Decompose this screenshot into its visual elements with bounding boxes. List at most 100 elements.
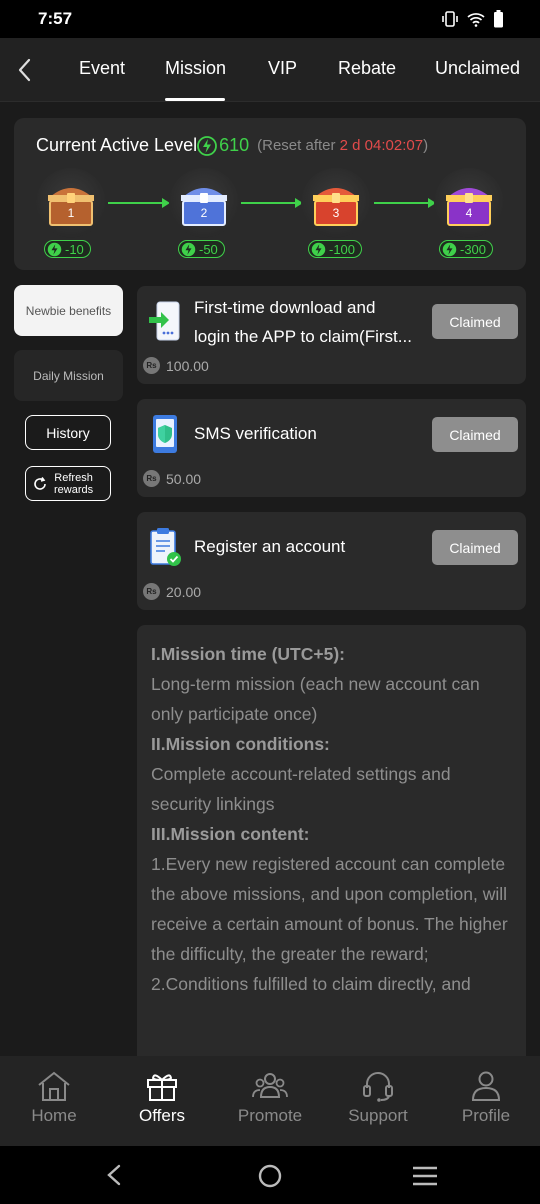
system-back-icon[interactable] (104, 1163, 124, 1187)
top-tab-bar: Event Mission VIP Rebate Unclaimed (0, 38, 540, 102)
level-header: Current Active Level 610 (Reset after 2 … (36, 135, 428, 156)
mission-card-sms: SMS verification Claimed Rs 50.00 (137, 399, 526, 497)
nav-offers-label: Offers (139, 1106, 185, 1125)
chest-4-cost-badge: -300 (439, 240, 494, 258)
system-recents-icon[interactable] (412, 1165, 438, 1187)
mission-reward: Rs 100.00 (143, 357, 209, 374)
reset-prefix: (Reset after (257, 137, 340, 154)
clipboard-check-icon (150, 528, 181, 566)
history-button[interactable]: History (25, 415, 111, 450)
tab-unclaimed[interactable]: Unclaimed (435, 58, 520, 79)
chest-1[interactable]: 1 (36, 168, 106, 238)
mission-card-register: Register an account Claimed Rs 20.00 (137, 512, 526, 610)
reset-countdown: 2 d 04:02:07 (339, 137, 424, 154)
refresh-rewards-button[interactable]: Refresh rewards (25, 466, 111, 501)
mission-card-download: First-time download and login the APP to … (137, 286, 526, 384)
system-home-icon[interactable] (257, 1163, 283, 1189)
newbie-benefits-tab[interactable]: Newbie benefits (14, 285, 123, 336)
tab-event[interactable]: Event (79, 58, 125, 79)
headset-icon (363, 1072, 393, 1102)
rules-heading: III.Mission content: (151, 824, 310, 844)
rules-paragraph: Long-term mission (each new account can … (151, 674, 480, 724)
chest-2[interactable]: 2 (169, 168, 239, 238)
rupee-coin-icon: Rs (143, 583, 160, 600)
chest-3-number: 3 (332, 206, 340, 220)
chest-1-cost-badge: -10 (44, 240, 91, 258)
chest-3-cost: -100 (329, 241, 356, 257)
progress-arrow (108, 198, 170, 208)
gift-icon (147, 1074, 177, 1101)
status-bar: 7:57 (0, 0, 540, 38)
nav-support[interactable]: Support (324, 1070, 432, 1126)
tab-vip[interactable]: VIP (268, 58, 297, 79)
status-icons (441, 10, 504, 28)
status-time: 7:57 (38, 9, 73, 28)
reset-info: (Reset after 2 d 04:02:07) (257, 137, 428, 154)
battery-icon (494, 10, 503, 28)
progress-arrow (241, 198, 303, 208)
chest-3-cost-badge: -100 (308, 240, 363, 258)
rules-heading: I.Mission time (UTC+5): (151, 644, 345, 664)
shield-phone-icon (153, 415, 177, 453)
mission-reward: Rs 20.00 (143, 583, 201, 600)
reward-amount: 50.00 (166, 470, 202, 487)
mission-title: First-time download and login the APP to … (194, 293, 424, 351)
treasure-chest-bronze-icon (48, 188, 94, 226)
nav-home[interactable]: Home (0, 1070, 108, 1126)
chest-4[interactable]: 4 (434, 168, 504, 238)
person-icon (471, 1071, 501, 1101)
nav-profile-label: Profile (461, 1106, 511, 1125)
daily-mission-tab[interactable]: Daily Mission (14, 350, 123, 401)
chest-4-cost: -300 (460, 241, 487, 257)
phone-login-icon (149, 301, 180, 341)
mission-title: Register an account (194, 537, 346, 556)
rupee-coin-icon: Rs (143, 470, 160, 487)
system-nav-bar (0, 1146, 540, 1204)
nav-promote[interactable]: Promote (216, 1070, 324, 1126)
rupee-coin-icon: Rs (143, 357, 160, 374)
tab-rebate[interactable]: Rebate (338, 58, 396, 79)
chest-3[interactable]: 3 (301, 168, 371, 238)
mission-reward: Rs 50.00 (143, 470, 201, 487)
tab-mission[interactable]: Mission (165, 58, 226, 79)
bottom-nav: Home Offers Promote Support Profile (0, 1056, 540, 1146)
rules-heading: II.Mission conditions: (151, 734, 330, 754)
active-tab-indicator (165, 98, 225, 101)
treasure-chest-purple-icon (446, 188, 492, 226)
nav-home-label: Home (31, 1106, 77, 1125)
people-icon (252, 1073, 288, 1098)
nav-offers[interactable]: Offers (108, 1070, 216, 1126)
claimed-button[interactable]: Claimed (432, 530, 518, 565)
mission-title-line1: First-time download and (194, 298, 376, 317)
lightning-icon (197, 135, 217, 156)
reward-amount: 20.00 (166, 583, 202, 600)
level-value: 610 (219, 135, 250, 155)
mission-title: SMS verification (194, 424, 317, 443)
rules-paragraph: 1.Every new registered account can compl… (151, 854, 508, 964)
claimed-button[interactable]: Claimed (432, 417, 518, 452)
lightning-icon (181, 242, 196, 256)
vibrate-icon (442, 11, 458, 27)
rules-paragraph: Complete account-related settings and se… (151, 764, 451, 814)
nav-support-label: Support (348, 1106, 408, 1125)
chest-1-cost: -10 (65, 241, 84, 257)
level-title: Current Active Level (36, 135, 198, 155)
progress-arrow (374, 198, 436, 208)
chest-1-number: 1 (67, 206, 75, 220)
lightning-icon (442, 242, 457, 256)
chest-2-number: 2 (200, 206, 208, 220)
back-arrow-icon[interactable] (12, 56, 38, 84)
chest-4-number: 4 (465, 206, 473, 220)
nav-profile[interactable]: Profile (432, 1070, 540, 1126)
treasure-chest-red-icon (313, 188, 359, 226)
mission-rules: I.Mission time (UTC+5): Long-term missio… (137, 625, 526, 1075)
refresh-label-line1: Refresh (54, 471, 93, 484)
treasure-chest-blue-icon (181, 188, 227, 226)
lightning-icon (311, 242, 326, 256)
lightning-icon (47, 242, 62, 256)
claimed-button[interactable]: Claimed (432, 304, 518, 339)
nav-promote-label: Promote (237, 1106, 303, 1125)
wifi-icon (467, 12, 485, 27)
home-icon (38, 1071, 70, 1101)
refresh-icon (34, 476, 46, 490)
